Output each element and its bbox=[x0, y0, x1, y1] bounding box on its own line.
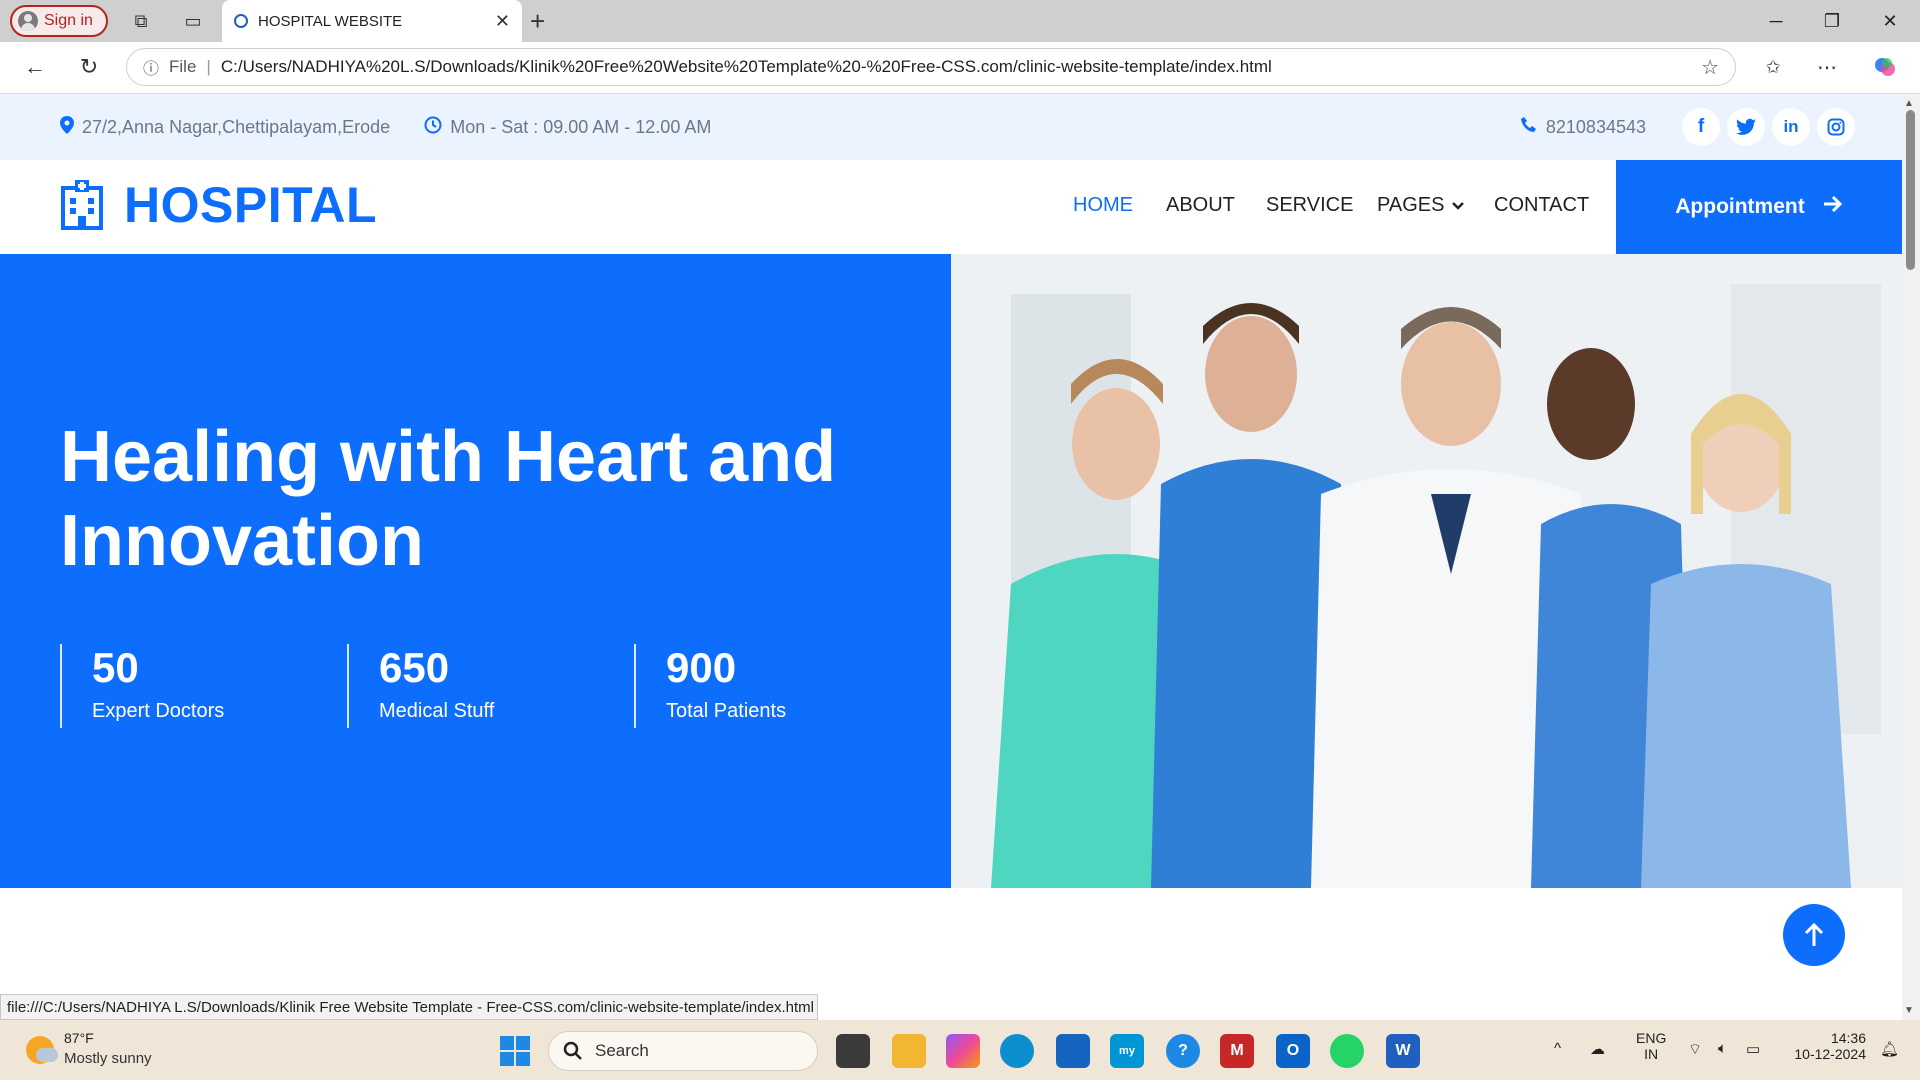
profile-icon bbox=[18, 11, 38, 31]
favorite-star-icon[interactable]: ☆ bbox=[1701, 55, 1719, 80]
nav-about[interactable]: ABOUT bbox=[1166, 194, 1235, 217]
opening-hours: Mon - Sat : 09.00 AM - 12.00 AM bbox=[450, 116, 712, 137]
clinic-address: 27/2,Anna Nagar,Chettipalayam,Erode bbox=[82, 116, 391, 137]
appointment-button[interactable]: Appointment bbox=[1616, 160, 1902, 254]
taskbar-search[interactable]: Search bbox=[548, 1031, 818, 1071]
language-indicator[interactable]: ENG IN bbox=[1636, 1030, 1666, 1062]
refresh-icon[interactable]: ↻ bbox=[74, 52, 104, 82]
close-tab-icon[interactable]: ✕ bbox=[495, 11, 510, 32]
volume-icon[interactable]: 🔈︎ bbox=[1718, 1040, 1727, 1057]
linkedin-icon[interactable]: in bbox=[1772, 108, 1810, 146]
facebook-icon[interactable]: f bbox=[1682, 108, 1720, 146]
clock-icon bbox=[424, 116, 442, 139]
top-info-bar: 27/2,Anna Nagar,Chettipalayam,Erode Mon … bbox=[0, 94, 1902, 160]
show-hidden-icons-icon[interactable]: ^ bbox=[1554, 1040, 1561, 1057]
battery-icon[interactable]: ▭ bbox=[1746, 1040, 1760, 1058]
mcafee-icon[interactable]: M bbox=[1220, 1034, 1254, 1068]
appointment-label: Appointment bbox=[1675, 195, 1805, 218]
new-tab-icon[interactable]: + bbox=[530, 6, 545, 37]
hospital-building-icon bbox=[60, 180, 104, 235]
copilot-app-icon[interactable] bbox=[946, 1034, 980, 1068]
workspaces-icon[interactable]: ⧉ bbox=[126, 6, 156, 36]
nav-contact[interactable]: CONTACT bbox=[1494, 194, 1589, 217]
whatsapp-icon[interactable] bbox=[1330, 1034, 1364, 1068]
favorites-icon[interactable]: ✩ bbox=[1758, 52, 1788, 82]
back-icon[interactable]: ← bbox=[20, 52, 50, 82]
twitter-icon[interactable] bbox=[1727, 108, 1765, 146]
task-view-icon[interactable] bbox=[836, 1034, 870, 1068]
notifications-icon[interactable]: 🔔︎ bbox=[1880, 1040, 1899, 1058]
windows-start-icon[interactable] bbox=[500, 1036, 530, 1066]
site-info-icon[interactable]: ⓘ bbox=[143, 55, 159, 79]
link-status-bar: file:///C:/Users/NADHIYA L.S/Downloads/K… bbox=[0, 994, 818, 1020]
stat-patients: 900 Total Patients bbox=[634, 644, 786, 728]
location-pin-icon bbox=[60, 115, 74, 139]
address-scheme-label: File bbox=[169, 57, 197, 76]
tab-actions-icon[interactable]: ▭ bbox=[178, 6, 208, 36]
search-icon bbox=[563, 1041, 582, 1060]
onedrive-icon[interactable]: ☁ bbox=[1590, 1040, 1605, 1058]
nav-service[interactable]: SERVICE bbox=[1266, 194, 1353, 217]
site-logo[interactable]: HOSPITAL bbox=[124, 176, 377, 234]
stat-label: Total Patients bbox=[666, 700, 787, 722]
nav-pages[interactable]: PAGES bbox=[1377, 194, 1465, 217]
stat-value: 900 bbox=[666, 644, 737, 691]
arrow-right-icon bbox=[1823, 195, 1843, 219]
clock-time: 14:36 bbox=[1830, 1030, 1866, 1046]
stat-label: Expert Doctors bbox=[92, 700, 225, 722]
tab-favicon-icon bbox=[234, 14, 248, 28]
back-to-top-button[interactable] bbox=[1783, 904, 1845, 966]
close-window-icon[interactable]: ✕ bbox=[1870, 8, 1910, 34]
address-url: C:/Users/NADHIYA%20L.S/Downloads/Klinik%… bbox=[220, 57, 1272, 76]
sign-in-button[interactable]: Sign in bbox=[10, 5, 108, 37]
taskbar-search-label: Search bbox=[595, 1041, 649, 1060]
sign-in-label: Sign in bbox=[44, 12, 93, 29]
copilot-icon[interactable] bbox=[1870, 52, 1900, 82]
outlook-icon[interactable]: O bbox=[1276, 1034, 1310, 1068]
scroll-down-icon[interactable]: ▼ bbox=[1904, 1005, 1914, 1016]
maximize-icon[interactable]: ❐ bbox=[1812, 8, 1852, 34]
wifi-icon[interactable]: ⌔ bbox=[1688, 1040, 1702, 1059]
stat-medical-staff: 650 Medical Stuff bbox=[347, 644, 494, 728]
scrollbar-thumb[interactable] bbox=[1906, 110, 1915, 270]
instagram-icon[interactable] bbox=[1817, 108, 1855, 146]
nav-home[interactable]: HOME bbox=[1073, 194, 1133, 217]
scroll-up-icon[interactable]: ▲ bbox=[1904, 98, 1914, 109]
myhp-icon[interactable]: my bbox=[1110, 1034, 1144, 1068]
nav-pages-label: PAGES bbox=[1377, 194, 1445, 216]
stat-value: 650 bbox=[379, 644, 450, 691]
more-menu-icon[interactable]: ⋯ bbox=[1812, 52, 1842, 82]
edge-browser-icon[interactable] bbox=[1000, 1034, 1034, 1068]
stat-doctors: 50 Expert Doctors bbox=[60, 644, 224, 728]
region-code: IN bbox=[1644, 1046, 1659, 1062]
phone-number[interactable]: 8210834543 bbox=[1546, 117, 1646, 138]
weather-description[interactable]: Mostly sunny bbox=[64, 1050, 152, 1067]
address-bar[interactable]: ⓘ File | C:/Users/NADHIYA%20L.S/Download… bbox=[126, 48, 1736, 86]
arrow-up-icon bbox=[1804, 922, 1824, 946]
address-separator: | bbox=[206, 57, 211, 76]
medical-team-photo bbox=[951, 254, 1902, 888]
word-icon[interactable]: W bbox=[1386, 1034, 1420, 1068]
phone-icon bbox=[1520, 116, 1538, 139]
weather-temperature[interactable]: 87°F bbox=[64, 1030, 94, 1046]
hero-title: Healing with Heart and Innovation bbox=[60, 417, 837, 581]
weather-sun-icon[interactable] bbox=[26, 1036, 58, 1064]
minimize-icon[interactable]: ─ bbox=[1756, 8, 1796, 34]
help-icon[interactable]: ? bbox=[1166, 1034, 1200, 1068]
clock-date: 10-12-2024 bbox=[1794, 1046, 1866, 1062]
stat-value: 50 bbox=[92, 644, 139, 691]
browser-tab-active[interactable]: HOSPITAL WEBSITE ✕ bbox=[222, 0, 522, 42]
clock[interactable]: 14:36 10-12-2024 bbox=[1786, 1030, 1866, 1062]
language-code: ENG bbox=[1636, 1030, 1667, 1046]
stat-label: Medical Stuff bbox=[379, 700, 495, 722]
file-explorer-icon[interactable] bbox=[892, 1034, 926, 1068]
chevron-down-icon bbox=[1452, 194, 1465, 217]
microsoft-store-icon[interactable] bbox=[1056, 1034, 1090, 1068]
tab-title: HOSPITAL WEBSITE bbox=[258, 12, 403, 30]
